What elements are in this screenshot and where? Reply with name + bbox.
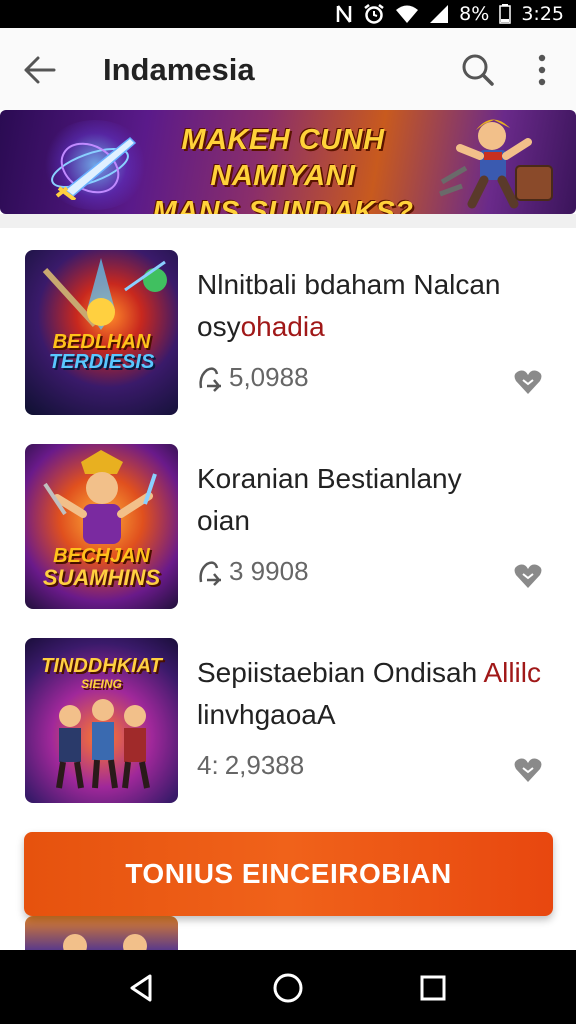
item-title: Sepiistaebian Ondisah Allilc linvhgaoaA bbox=[197, 652, 572, 736]
item-title-line-1a: Sepiistaebian Ondisah bbox=[197, 657, 484, 688]
alarm-icon bbox=[363, 3, 385, 25]
nfc-icon bbox=[335, 4, 353, 24]
app-bar: Indamesia bbox=[0, 28, 576, 110]
banner-line-1: MAKEH CUNH NAMIYANI bbox=[181, 124, 385, 192]
item-stat-value: 3 9908 bbox=[229, 556, 309, 586]
item-title: Koranian Bestianlany oian bbox=[197, 458, 572, 542]
nav-home-icon[interactable] bbox=[270, 970, 306, 1006]
signal-icon bbox=[429, 4, 449, 24]
thumbnail-title-1: BEDLHAN bbox=[52, 331, 151, 353]
game-thumbnail: TINDDHKIAT SIEING bbox=[25, 638, 178, 803]
more-options-button[interactable] bbox=[524, 50, 560, 90]
favorite-heart-icon[interactable] bbox=[513, 562, 543, 590]
status-bar: 8% 3:25 bbox=[0, 0, 576, 28]
game-thumbnail: BEDLHAN TERDIESIS bbox=[25, 250, 178, 415]
item-title-line-2b: ohadia bbox=[240, 311, 325, 342]
more-vert-icon bbox=[538, 54, 546, 86]
item-title-line-2a: osy bbox=[197, 311, 241, 342]
banner-headline: MAKEH CUNH NAMIYANI MANS SUNDAKS? bbox=[118, 122, 448, 214]
thumbnail-title-1: BECHJAN bbox=[53, 545, 150, 567]
thumbnail-title-1: TINDDHKIAT bbox=[41, 655, 162, 677]
wifi-icon bbox=[395, 4, 419, 24]
item-title-line-1: Koranian Bestianlany bbox=[197, 463, 462, 494]
hero-character-image bbox=[439, 119, 553, 209]
arrow-left-icon bbox=[24, 56, 56, 84]
item-stats: 4: 2,9388 bbox=[197, 750, 304, 781]
clock: 3:25 bbox=[521, 3, 564, 25]
item-stats: 3 9908 bbox=[197, 556, 309, 587]
favorite-heart-icon[interactable] bbox=[513, 756, 543, 784]
item-title-line-2: oian bbox=[197, 505, 250, 536]
item-title: Nlnitbali bdaham Nalcan osyohadia bbox=[197, 264, 572, 348]
next-item-thumbnail-peek bbox=[25, 916, 178, 950]
list-item[interactable]: TINDDHKIAT SIEING Sepiistaebian Ondisah … bbox=[0, 638, 576, 808]
item-title-line-1b: Allilc bbox=[483, 657, 541, 688]
list-item[interactable]: BEDLHAN TERDIESIS Nlnitbali bdaham Nalca… bbox=[0, 250, 576, 420]
battery-icon bbox=[499, 4, 512, 24]
item-stat-prefix: 4: bbox=[197, 750, 219, 780]
item-title-line-2: linvhgaoaA bbox=[197, 699, 336, 730]
battery-percent: 8% bbox=[459, 3, 490, 25]
list-item[interactable]: BECHJAN SUAMHINS Koranian Bestianlany oi… bbox=[0, 444, 576, 614]
thumbnail-title-2: TERDIESIS bbox=[48, 351, 155, 373]
download-icon bbox=[199, 560, 221, 586]
nav-back-icon[interactable] bbox=[124, 970, 160, 1006]
item-stats: 5,0988 bbox=[197, 362, 309, 393]
search-button[interactable] bbox=[458, 50, 498, 90]
back-button[interactable] bbox=[20, 50, 60, 90]
primary-action-button[interactable]: TONIUS EINCEIROBIAN bbox=[24, 832, 553, 916]
search-icon bbox=[462, 54, 494, 86]
page-title: Indamesia bbox=[103, 52, 255, 87]
game-thumbnail: BECHJAN SUAMHINS bbox=[25, 444, 178, 609]
download-icon bbox=[199, 366, 221, 392]
navigation-bar bbox=[0, 950, 576, 1024]
thumbnail-title-2: SUAMHINS bbox=[42, 565, 161, 590]
promo-banner[interactable]: MAKEH CUNH NAMIYANI MANS SUNDAKS? bbox=[0, 110, 576, 214]
banner-line-2: MANS SUNDAKS? bbox=[152, 196, 414, 214]
item-title-line-1: Nlnitbali bdaham Nalcan bbox=[197, 269, 501, 300]
favorite-heart-icon[interactable] bbox=[513, 368, 543, 396]
thumbnail-title-2: SIEING bbox=[81, 677, 122, 691]
thumbnail-art bbox=[63, 934, 147, 950]
item-stat-value: 5,0988 bbox=[229, 362, 309, 392]
section-divider bbox=[0, 214, 576, 228]
nav-recents-icon[interactable] bbox=[415, 970, 451, 1006]
item-stat-value: 2,9388 bbox=[224, 750, 305, 780]
